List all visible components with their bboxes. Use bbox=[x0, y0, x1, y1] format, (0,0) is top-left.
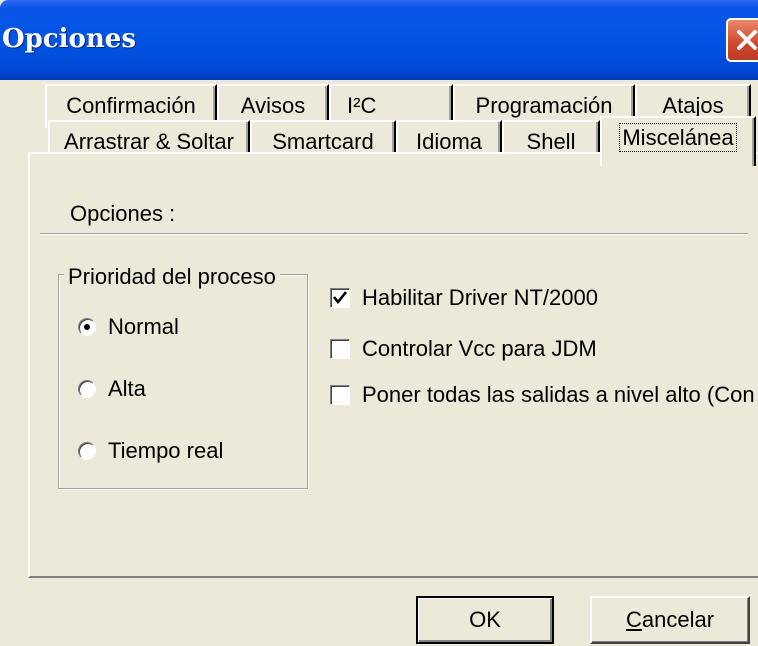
title-bar[interactable]: Opciones bbox=[0, 0, 758, 80]
close-button[interactable] bbox=[726, 18, 758, 62]
checkbox-salidas-nivel-alto[interactable]: Poner todas las salidas a nivel alto (Co… bbox=[330, 382, 758, 408]
section-label: Opciones : bbox=[70, 201, 176, 226]
radio-label: Alta bbox=[108, 376, 146, 401]
checkbox-label: Poner todas las salidas a nivel alto (Co… bbox=[362, 382, 755, 407]
tab-label: Confirmación bbox=[66, 93, 196, 118]
checkbox-habilitar-driver[interactable]: Habilitar Driver NT/2000 bbox=[330, 285, 598, 311]
checkbox-controlar-vcc[interactable]: Controlar Vcc para JDM bbox=[330, 336, 597, 362]
radio-icon bbox=[78, 442, 96, 460]
radio-selected-icon bbox=[78, 318, 96, 336]
radio-label: Tiempo real bbox=[108, 438, 224, 463]
tab-label: Atajos bbox=[662, 93, 724, 118]
tab-label: Miscelánea bbox=[619, 123, 737, 152]
checkbox-checked-icon bbox=[330, 288, 350, 308]
cancel-mnemonic: C bbox=[625, 607, 642, 632]
tab-label: Smartcard bbox=[272, 129, 374, 154]
checkbox-label: Controlar Vcc para JDM bbox=[362, 336, 597, 361]
cancel-button[interactable]: Cancelar bbox=[590, 596, 750, 644]
checkmark-icon bbox=[332, 291, 348, 305]
tab-label: Avisos bbox=[240, 93, 306, 118]
radio-label: Normal bbox=[108, 314, 179, 339]
priority-group-title: Prioridad del proceso bbox=[64, 264, 280, 290]
radio-normal[interactable]: Normal bbox=[78, 314, 179, 340]
tab-label: Programación bbox=[475, 93, 613, 118]
tab-label: Arrastrar & Soltar bbox=[64, 129, 234, 154]
tab-label: Shell bbox=[526, 129, 576, 154]
section-divider bbox=[40, 233, 748, 235]
checkbox-icon bbox=[330, 385, 350, 405]
checkbox-icon bbox=[330, 339, 350, 359]
cancel-button-label: ancelar bbox=[641, 607, 715, 632]
tab-label: I²C bbox=[347, 93, 377, 118]
ok-button[interactable]: OK bbox=[416, 596, 554, 644]
close-icon bbox=[737, 30, 757, 50]
radio-icon bbox=[78, 380, 96, 398]
ok-button-label: OK bbox=[469, 607, 501, 632]
checkbox-label: Habilitar Driver NT/2000 bbox=[362, 285, 598, 310]
window-title: Opciones bbox=[2, 24, 136, 54]
tab-label: Idioma bbox=[415, 129, 483, 154]
radio-alta[interactable]: Alta bbox=[78, 376, 146, 402]
radio-tiempo-real[interactable]: Tiempo real bbox=[78, 438, 223, 464]
tab-miscelanea[interactable]: Miscelánea bbox=[600, 116, 756, 166]
